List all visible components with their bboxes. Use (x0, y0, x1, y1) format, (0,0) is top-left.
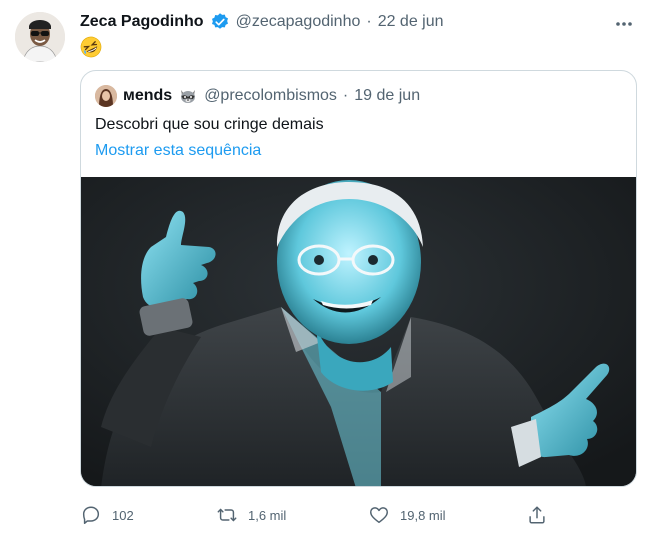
author-handle[interactable]: @zecapagodinho (236, 12, 361, 32)
inverted-photo-image (81, 177, 636, 486)
heart-icon (370, 507, 388, 524)
header-separator: · (366, 13, 372, 30)
reply-icon (82, 506, 100, 524)
quoted-tweet-date[interactable]: 19 de jun (354, 86, 420, 106)
author-name[interactable]: Zeca Pagodinho (80, 12, 204, 32)
retweet-button[interactable]: 1,6 mil (216, 500, 286, 530)
share-icon (529, 506, 545, 524)
avatar-image (15, 12, 65, 62)
tweet-date[interactable]: 22 de jun (378, 12, 444, 32)
quoted-tweet-text: Descobri que sou cringe demais (95, 116, 324, 133)
author-avatar[interactable] (15, 12, 65, 62)
quoted-header-separator: · (342, 87, 349, 104)
retweet-icon (217, 508, 237, 522)
verified-badge-icon (210, 12, 230, 32)
quoted-tweet-image[interactable] (81, 177, 636, 486)
retweet-count: 1,6 mil (248, 507, 287, 523)
quoted-tweet-header: ᴍends @precolombismos · 19 de jun (95, 85, 420, 107)
more-options-icon[interactable] (612, 12, 636, 36)
like-count: 19,8 mil (400, 507, 446, 523)
tweet-action-bar: 102 1,6 mil 19,8 mil (80, 500, 560, 530)
like-button[interactable]: 19,8 mil (368, 500, 446, 530)
raccoon-emoji-icon (178, 86, 198, 106)
quoted-author-name[interactable]: ᴍends (123, 86, 172, 106)
reply-button[interactable]: 102 (80, 500, 134, 530)
show-thread-link[interactable]: Mostrar esta sequência (95, 141, 261, 161)
rolling-laughing-emoji-icon (80, 36, 102, 58)
reply-count: 102 (112, 507, 134, 523)
quoted-author-avatar[interactable] (95, 85, 117, 107)
quoted-tweet-card[interactable]: ᴍends @precolombismos · 19 de jun Descob… (80, 70, 637, 487)
quoted-author-handle[interactable]: @precolombismos (204, 86, 337, 106)
share-button[interactable] (526, 500, 548, 530)
tweet-header: Zeca Pagodinho @zecapagodinho · 22 de ju… (80, 12, 444, 32)
